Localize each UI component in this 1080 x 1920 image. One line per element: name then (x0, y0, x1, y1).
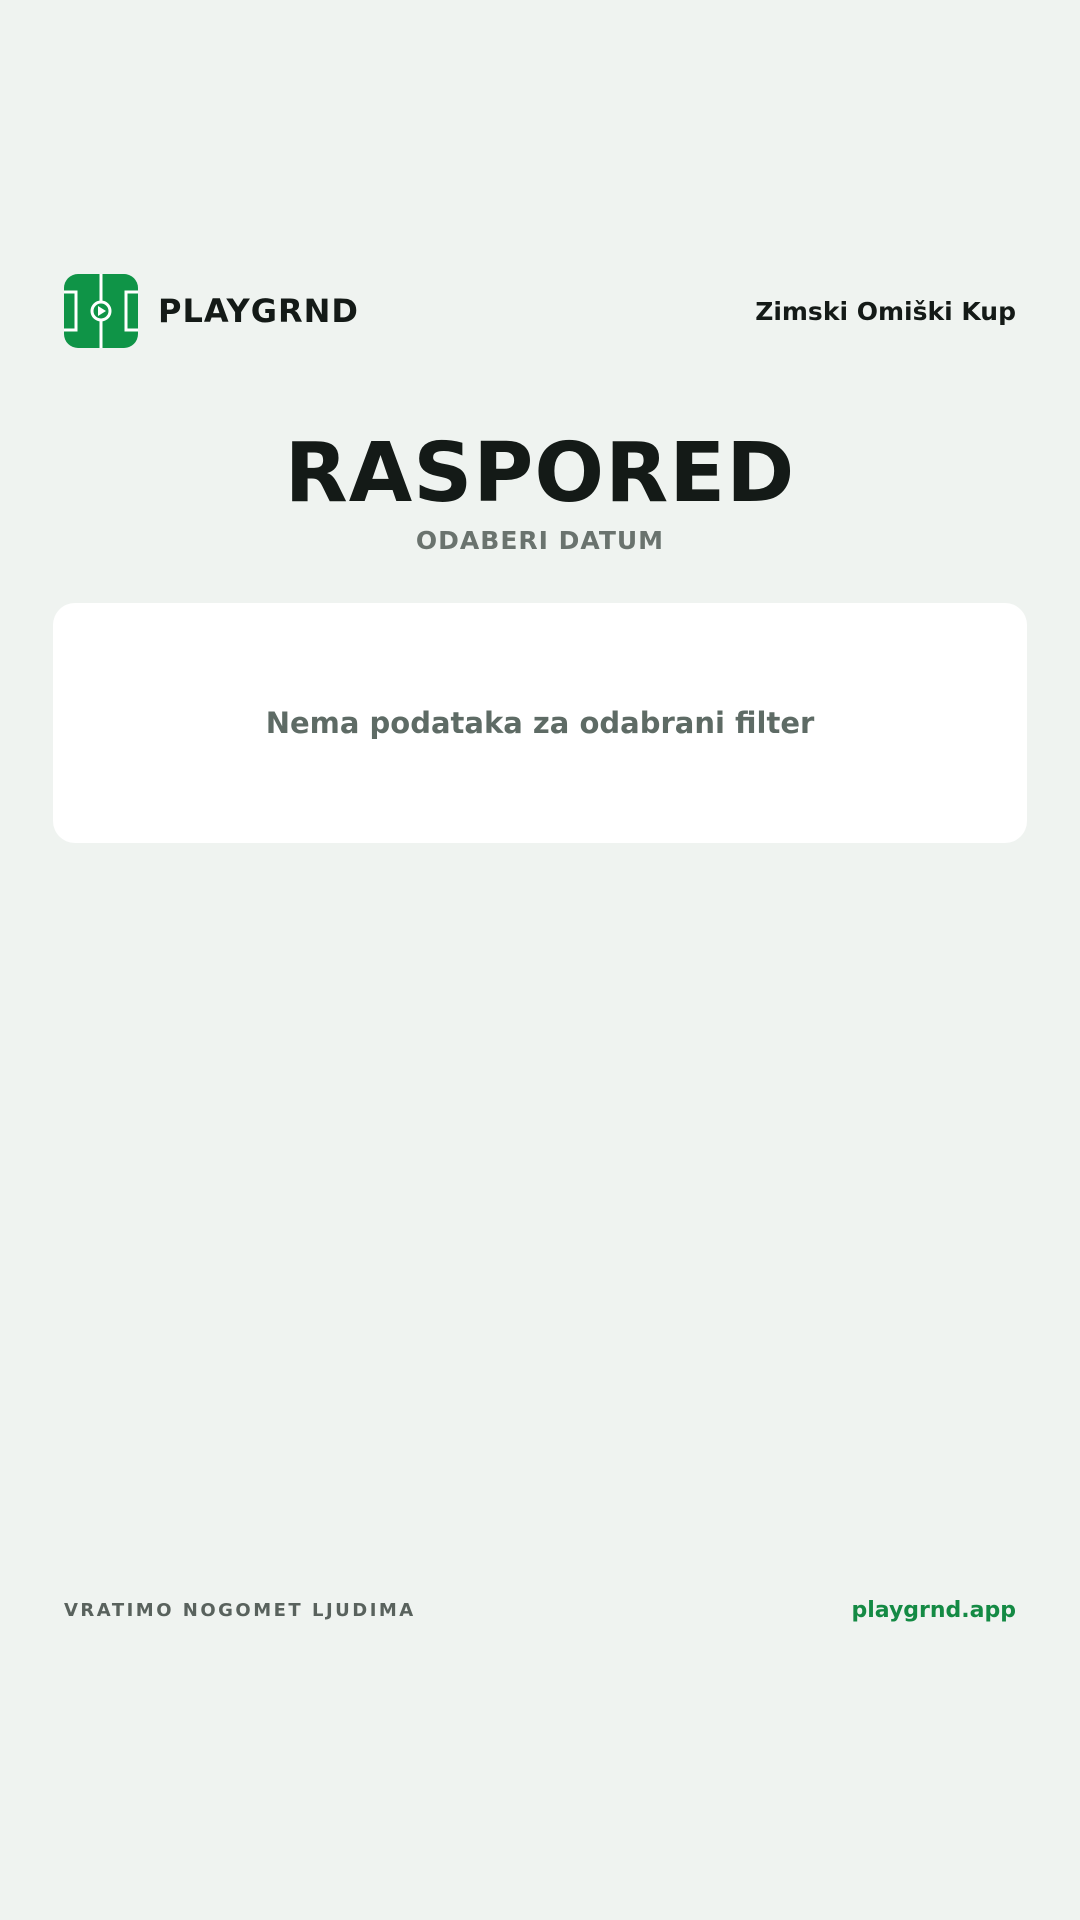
website-link[interactable]: playgrnd.app (851, 1598, 1016, 1623)
page: PLAYGRND Zimski Omiški Kup RASPORED ODAB… (0, 0, 1080, 1920)
page-title: RASPORED (284, 426, 796, 521)
header: PLAYGRND Zimski Omiški Kup (64, 274, 1016, 348)
footer-tagline: VRATIMO NOGOMET LJUDIMA (64, 1600, 416, 1621)
empty-state-message: Nema podataka za odabrani filter (265, 706, 815, 740)
football-pitch-icon (64, 274, 138, 348)
date-picker-label[interactable]: ODABERI DATUM (0, 526, 1080, 555)
schedule-card: Nema podataka za odabrani filter (53, 603, 1027, 843)
brand[interactable]: PLAYGRND (64, 274, 359, 348)
brand-name: PLAYGRND (158, 292, 359, 330)
tournament-name: Zimski Omiški Kup (755, 296, 1016, 326)
footer: VRATIMO NOGOMET LJUDIMA playgrnd.app (64, 1598, 1016, 1623)
